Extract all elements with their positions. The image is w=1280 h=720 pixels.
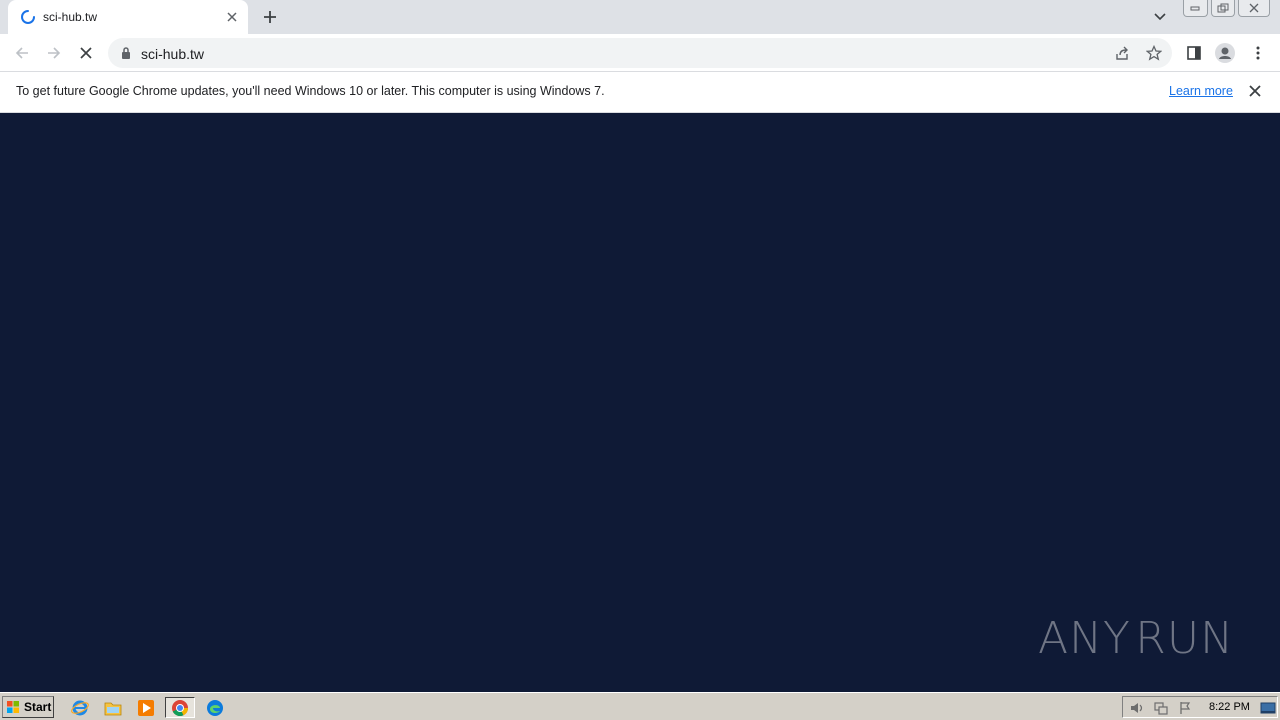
- windows-taskbar: Start 8:22 PM: [0, 692, 1280, 720]
- edge-icon[interactable]: [204, 697, 226, 718]
- file-explorer-icon[interactable]: [102, 697, 124, 718]
- restore-icon[interactable]: [1210, 0, 1235, 17]
- side-panel-icon[interactable]: [1183, 42, 1205, 64]
- system-tray: 8:22 PM: [1122, 696, 1278, 718]
- infobar-close-icon[interactable]: [1247, 83, 1263, 102]
- network-icon[interactable]: [1153, 700, 1169, 716]
- tab-sci-hub[interactable]: sci-hub.tw: [8, 0, 248, 34]
- show-desktop-icon[interactable]: [1260, 700, 1276, 716]
- window-close-icon[interactable]: [1238, 0, 1270, 17]
- tab-strip: sci-hub.tw: [0, 0, 1280, 34]
- taskbar-clock[interactable]: 8:22 PM: [1209, 701, 1250, 713]
- update-infobar: To get future Google Chrome updates, you…: [0, 72, 1280, 113]
- profile-icon[interactable]: [1214, 42, 1236, 64]
- action-center-flag-icon[interactable]: [1177, 700, 1193, 716]
- learn-more-link[interactable]: Learn more: [1169, 84, 1233, 98]
- loading-spinner-icon: [20, 9, 36, 25]
- anyrun-watermark: ANY RUN: [1038, 606, 1234, 670]
- share-icon[interactable]: [1113, 44, 1131, 62]
- star-icon[interactable]: [1145, 44, 1163, 62]
- arrow-right-icon[interactable]: [43, 42, 65, 64]
- stop-loading-close-icon[interactable]: [75, 42, 97, 64]
- browser-toolbar: sci-hub.tw: [0, 34, 1280, 72]
- tab-title: sci-hub.tw: [43, 10, 98, 24]
- chrome-icon[interactable]: [165, 697, 195, 718]
- kebab-menu-icon[interactable]: [1247, 42, 1269, 64]
- watermark-left-text: ANY: [1038, 612, 1131, 664]
- start-button[interactable]: Start: [2, 696, 54, 718]
- watermark-right-text: RUN: [1135, 612, 1234, 664]
- url-text[interactable]: sci-hub.tw: [141, 46, 204, 62]
- media-player-icon[interactable]: [135, 697, 157, 718]
- new-tab-plus-icon[interactable]: [260, 7, 280, 27]
- volume-icon[interactable]: [1129, 700, 1145, 716]
- lock-icon[interactable]: [120, 46, 132, 60]
- windows-flag-icon: [7, 701, 19, 713]
- arrow-left-icon[interactable]: [11, 42, 33, 64]
- internet-explorer-icon[interactable]: [69, 697, 91, 718]
- address-bar[interactable]: sci-hub.tw: [108, 38, 1172, 68]
- start-label: Start: [24, 700, 52, 714]
- infobar-message: To get future Google Chrome updates, you…: [16, 84, 605, 98]
- window-controls: [1183, 0, 1273, 18]
- tab-close-icon[interactable]: [224, 9, 240, 25]
- minimize-icon[interactable]: [1183, 0, 1208, 17]
- tab-search-chevron-down-icon[interactable]: [1150, 7, 1170, 27]
